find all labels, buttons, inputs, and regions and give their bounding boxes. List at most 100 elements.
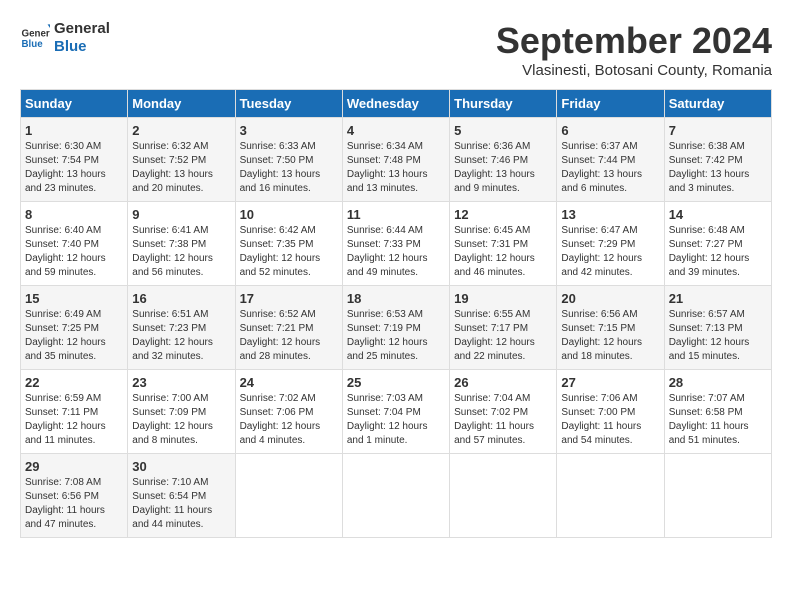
day-number: 29 xyxy=(25,459,123,474)
calendar-cell: 19Sunrise: 6:55 AMSunset: 7:17 PMDayligh… xyxy=(450,286,557,370)
month-title: September 2024 xyxy=(496,20,772,62)
day-detail: Sunrise: 6:59 AMSunset: 7:11 PMDaylight:… xyxy=(25,392,123,448)
calendar-cell xyxy=(342,454,449,538)
day-number: 10 xyxy=(240,207,338,222)
calendar-week-5: 29 Sunrise: 7:08 AMSunset: 6:56 PMDayligh… xyxy=(21,454,772,538)
calendar-cell xyxy=(450,454,557,538)
logo: General Blue General Blue xyxy=(20,20,110,56)
calendar-cell: 7Sunrise: 6:38 AMSunset: 7:42 PMDaylight… xyxy=(664,118,771,202)
day-detail: Sunrise: 6:47 AMSunset: 7:29 PMDaylight:… xyxy=(561,224,659,280)
day-detail: Sunrise: 6:34 AMSunset: 7:48 PMDaylight:… xyxy=(347,140,445,196)
calendar-cell: 4 Sunrise: 6:34 AMSunset: 7:48 PMDaylight… xyxy=(342,118,449,202)
calendar-cell: 10 Sunrise: 6:42 AMSunset: 7:35 PMDayligh… xyxy=(235,202,342,286)
svg-text:General: General xyxy=(22,29,51,40)
day-number: 21 xyxy=(669,291,767,306)
day-number: 23 xyxy=(132,375,230,390)
calendar-cell: 16 Sunrise: 6:51 AMSunset: 7:23 PMDayligh… xyxy=(128,286,235,370)
day-detail: Sunrise: 6:32 AMSunset: 7:52 PMDaylight:… xyxy=(132,140,230,196)
day-number: 5 xyxy=(454,123,552,138)
calendar-cell: 3Sunrise: 6:33 AMSunset: 7:50 PMDaylight… xyxy=(235,118,342,202)
day-number: 3 xyxy=(240,123,338,138)
calendar-cell: 9 Sunrise: 6:41 AMSunset: 7:38 PMDaylight… xyxy=(128,202,235,286)
day-detail: Sunrise: 6:42 AMSunset: 7:35 PMDaylight:… xyxy=(240,224,338,280)
header-thursday: Thursday xyxy=(450,90,557,118)
day-number: 26 xyxy=(454,375,552,390)
calendar-cell: 1 Sunrise: 6:30 AMSunset: 7:54 PMDaylight… xyxy=(21,118,128,202)
day-detail: Sunrise: 7:00 AMSunset: 7:09 PMDaylight:… xyxy=(132,392,230,448)
day-detail: Sunrise: 7:04 AMSunset: 7:02 PMDaylight:… xyxy=(454,392,552,448)
header-tuesday: Tuesday xyxy=(235,90,342,118)
day-number: 20 xyxy=(561,291,659,306)
svg-text:Blue: Blue xyxy=(22,39,44,50)
calendar-cell: 6Sunrise: 6:37 AMSunset: 7:44 PMDaylight… xyxy=(557,118,664,202)
day-detail: Sunrise: 7:03 AMSunset: 7:04 PMDaylight:… xyxy=(347,392,445,448)
calendar-cell: 8 Sunrise: 6:40 AMSunset: 7:40 PMDaylight… xyxy=(21,202,128,286)
day-detail: Sunrise: 6:41 AMSunset: 7:38 PMDaylight:… xyxy=(132,224,230,280)
day-detail: Sunrise: 6:52 AMSunset: 7:21 PMDaylight:… xyxy=(240,308,338,364)
calendar-cell: 26 Sunrise: 7:04 AMSunset: 7:02 PMDayligh… xyxy=(450,370,557,454)
day-number: 4 xyxy=(347,123,445,138)
day-detail: Sunrise: 6:56 AMSunset: 7:15 PMDaylight:… xyxy=(561,308,659,364)
day-detail: Sunrise: 7:10 AMSunset: 6:54 PMDaylight:… xyxy=(132,476,230,532)
day-number: 16 xyxy=(132,291,230,306)
header-sunday: Sunday xyxy=(21,90,128,118)
calendar-header-row: Sunday Monday Tuesday Wednesday Thursday… xyxy=(21,90,772,118)
day-detail: Sunrise: 6:55 AMSunset: 7:17 PMDaylight:… xyxy=(454,308,552,364)
title-block: September 2024 Vlasinesti, Botosani Coun… xyxy=(496,20,772,79)
calendar-week-3: 15Sunrise: 6:49 AMSunset: 7:25 PMDayligh… xyxy=(21,286,772,370)
calendar-table: Sunday Monday Tuesday Wednesday Thursday… xyxy=(20,89,772,538)
calendar-week-1: 1 Sunrise: 6:30 AMSunset: 7:54 PMDaylight… xyxy=(21,118,772,202)
day-detail: Sunrise: 6:45 AMSunset: 7:31 PMDaylight:… xyxy=(454,224,552,280)
day-detail: Sunrise: 7:08 AMSunset: 6:56 PMDaylight:… xyxy=(25,476,123,532)
day-number: 2 xyxy=(132,123,230,138)
calendar-cell xyxy=(557,454,664,538)
calendar-cell: 13 Sunrise: 6:47 AMSunset: 7:29 PMDayligh… xyxy=(557,202,664,286)
day-number: 28 xyxy=(669,375,767,390)
day-number: 30 xyxy=(132,459,230,474)
day-number: 17 xyxy=(240,291,338,306)
header-friday: Friday xyxy=(557,90,664,118)
day-detail: Sunrise: 6:48 AMSunset: 7:27 PMDaylight:… xyxy=(669,224,767,280)
day-number: 12 xyxy=(454,207,552,222)
day-detail: Sunrise: 7:06 AMSunset: 7:00 PMDaylight:… xyxy=(561,392,659,448)
calendar-cell: 22 Sunrise: 6:59 AMSunset: 7:11 PMDayligh… xyxy=(21,370,128,454)
calendar-cell xyxy=(664,454,771,538)
calendar-cell xyxy=(235,454,342,538)
calendar-cell: 30 Sunrise: 7:10 AMSunset: 6:54 PMDayligh… xyxy=(128,454,235,538)
day-detail: Sunrise: 6:38 AMSunset: 7:42 PMDaylight:… xyxy=(669,140,767,196)
calendar-cell: 15Sunrise: 6:49 AMSunset: 7:25 PMDayligh… xyxy=(21,286,128,370)
header-wednesday: Wednesday xyxy=(342,90,449,118)
calendar-cell: 21 Sunrise: 6:57 AMSunset: 7:13 PMDayligh… xyxy=(664,286,771,370)
day-number: 15 xyxy=(25,291,123,306)
day-number: 14 xyxy=(669,207,767,222)
day-number: 24 xyxy=(240,375,338,390)
day-number: 13 xyxy=(561,207,659,222)
logo-line2: Blue xyxy=(54,38,110,56)
logo-icon: General Blue xyxy=(20,23,50,53)
day-number: 27 xyxy=(561,375,659,390)
header-monday: Monday xyxy=(128,90,235,118)
calendar-cell: 24Sunrise: 7:02 AMSunset: 7:06 PMDayligh… xyxy=(235,370,342,454)
day-detail: Sunrise: 6:40 AMSunset: 7:40 PMDaylight:… xyxy=(25,224,123,280)
day-detail: Sunrise: 6:44 AMSunset: 7:33 PMDaylight:… xyxy=(347,224,445,280)
day-number: 25 xyxy=(347,375,445,390)
calendar-cell: 14 Sunrise: 6:48 AMSunset: 7:27 PMDayligh… xyxy=(664,202,771,286)
day-number: 1 xyxy=(25,123,123,138)
day-number: 9 xyxy=(132,207,230,222)
day-detail: Sunrise: 6:57 AMSunset: 7:13 PMDaylight:… xyxy=(669,308,767,364)
day-number: 6 xyxy=(561,123,659,138)
day-detail: Sunrise: 6:30 AMSunset: 7:54 PMDaylight:… xyxy=(25,140,123,196)
calendar-cell: 27 Sunrise: 7:06 AMSunset: 7:00 PMDayligh… xyxy=(557,370,664,454)
calendar-cell: 28Sunrise: 7:07 AMSunset: 6:58 PMDayligh… xyxy=(664,370,771,454)
location: Vlasinesti, Botosani County, Romania xyxy=(496,62,772,79)
day-detail: Sunrise: 6:36 AMSunset: 7:46 PMDaylight:… xyxy=(454,140,552,196)
day-detail: Sunrise: 6:51 AMSunset: 7:23 PMDaylight:… xyxy=(132,308,230,364)
calendar-cell: 12 Sunrise: 6:45 AMSunset: 7:31 PMDayligh… xyxy=(450,202,557,286)
day-number: 8 xyxy=(25,207,123,222)
calendar-cell: 17 Sunrise: 6:52 AMSunset: 7:21 PMDayligh… xyxy=(235,286,342,370)
page-header: General Blue General Blue September 2024… xyxy=(20,20,772,79)
calendar-cell: 29 Sunrise: 7:08 AMSunset: 6:56 PMDayligh… xyxy=(21,454,128,538)
calendar-cell: 20 Sunrise: 6:56 AMSunset: 7:15 PMDayligh… xyxy=(557,286,664,370)
calendar-cell: 5 Sunrise: 6:36 AMSunset: 7:46 PMDaylight… xyxy=(450,118,557,202)
day-number: 22 xyxy=(25,375,123,390)
